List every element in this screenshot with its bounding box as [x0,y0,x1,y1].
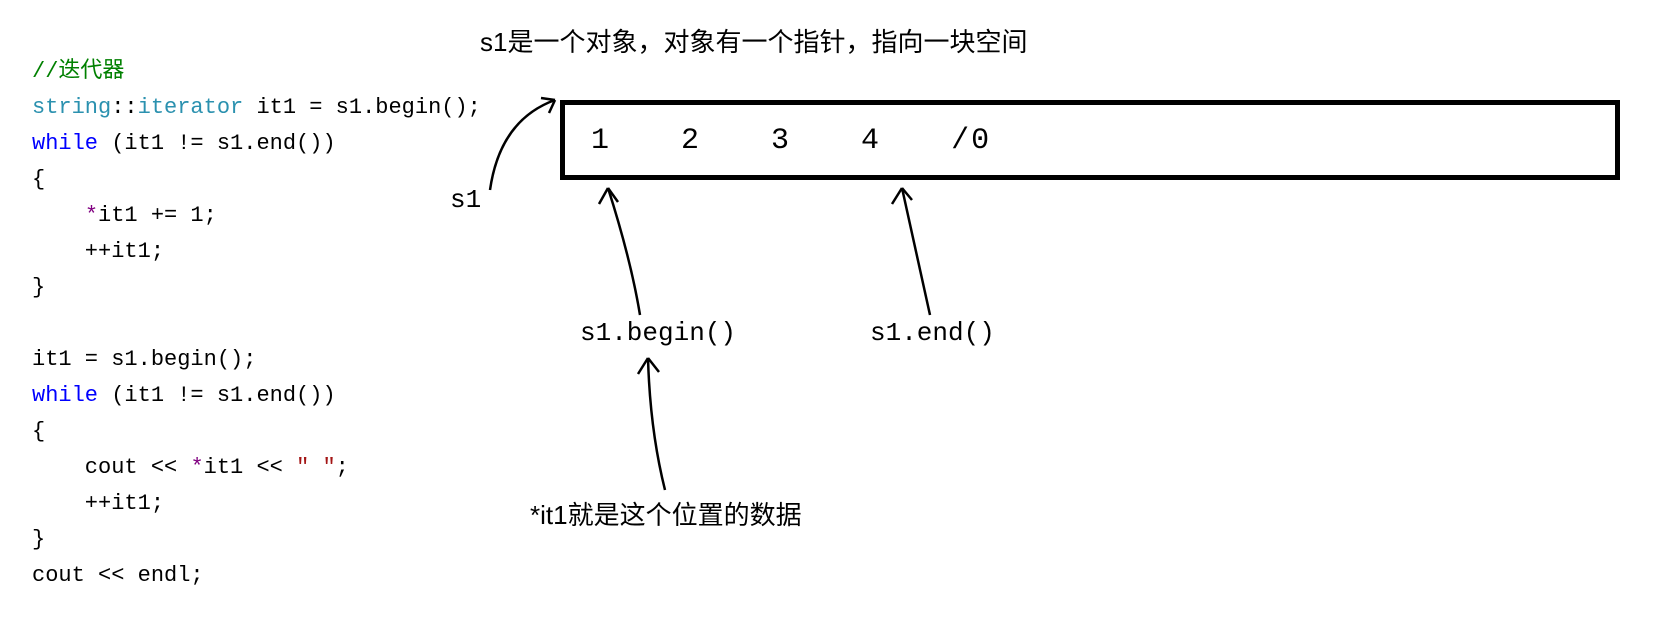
code-type-string: string [32,95,111,120]
mem-cell-1: 2 [681,105,751,177]
memory-box: 1 2 3 4 /0 [560,100,1620,180]
code-comment: //迭代器 [32,59,124,84]
code-block: //迭代器 string::iterator it1 = s1.begin();… [32,18,481,594]
code-kw-while-1: while [32,131,98,156]
begin-label: s1.begin() [580,318,736,348]
mem-cell-0: 1 [591,105,661,177]
mem-cell-3: 4 [861,105,931,177]
mem-cell-4: /0 [951,105,1021,177]
diagram-title: s1是一个对象，对象有一个指针，指向一块空间 [480,22,1027,59]
mem-cell-2: 3 [771,105,841,177]
code-kw-while-2: while [32,383,98,408]
deref-label: *it1就是这个位置的数据 [530,495,802,532]
end-label: s1.end() [870,318,995,348]
s1-object-label: s1 [450,185,481,215]
